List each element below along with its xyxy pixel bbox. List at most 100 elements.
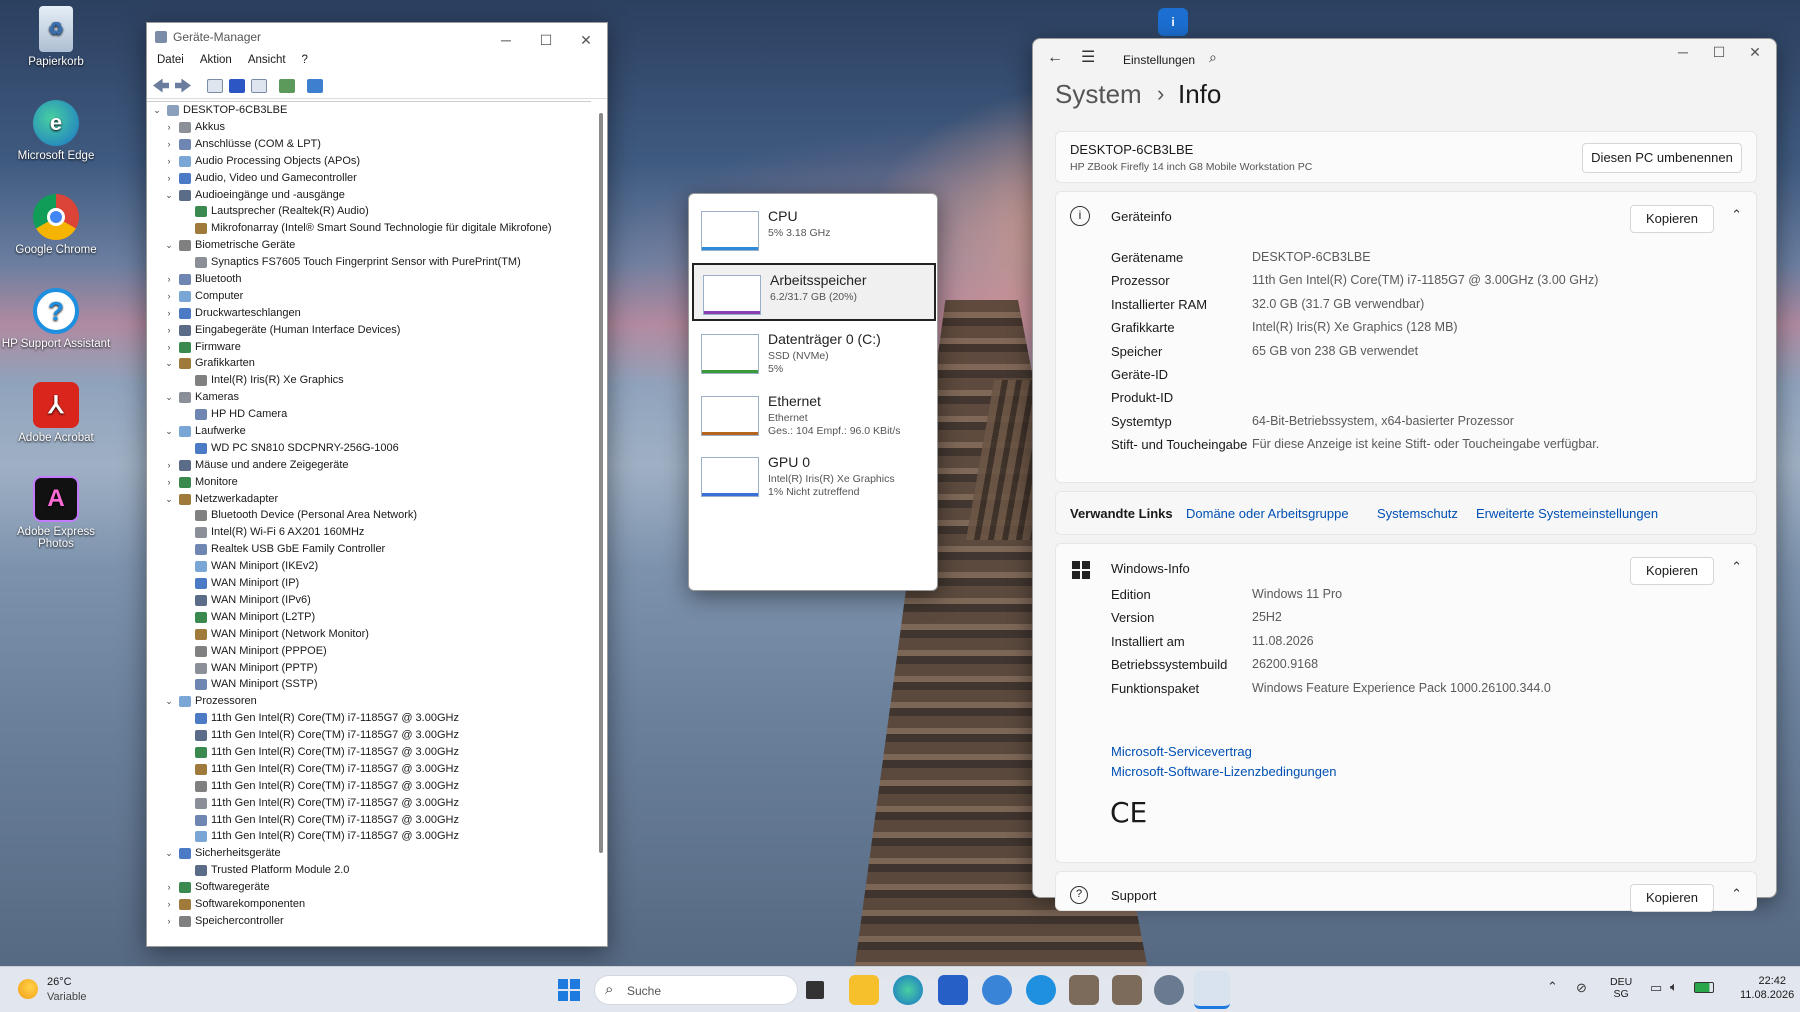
volume-icon[interactable]: 🔈︎ (1670, 979, 1678, 995)
link-system-protection[interactable]: Systemschutz (1377, 506, 1458, 521)
performance-item[interactable]: GPU 0 Intel(R) Iris(R) Xe Graphics 1% Nich… (692, 447, 936, 505)
task-manager-taskbar-icon[interactable] (1194, 971, 1230, 1009)
desktop-icon-chrome[interactable]: Google Chrome (0, 194, 112, 256)
tree-category[interactable]: ⌄ Kameras (147, 389, 591, 406)
tree-device[interactable]: Trusted Platform Module 2.0 (147, 862, 591, 879)
device-manager-taskbar-icon-2[interactable] (1112, 975, 1142, 1005)
tree-category[interactable]: › Druckwarteschlangen (147, 305, 591, 322)
tree-category[interactable]: ⌄ Laufwerke (147, 423, 591, 440)
tree-device[interactable]: 11th Gen Intel(R) Core(TM) i7-1185G7 @ 3… (147, 778, 591, 795)
tree-device[interactable]: Intel(R) Wi-Fi 6 AX201 160MHz (147, 524, 591, 541)
tree-device[interactable]: WAN Miniport (L2TP) (147, 609, 591, 626)
chevron-down-icon[interactable]: ⌄ (163, 491, 175, 508)
store-icon[interactable] (938, 975, 968, 1005)
edge-icon[interactable] (893, 975, 923, 1005)
menu-help[interactable]: ? (302, 54, 308, 70)
chevron-right-icon[interactable]: › (163, 119, 175, 136)
minimize-button[interactable]: ─ (489, 29, 523, 51)
tree-category[interactable]: › Audio, Video und Gamecontroller (147, 170, 591, 187)
tree-device[interactable]: Lautsprecher (Realtek(R) Audio) (147, 203, 591, 220)
chevron-up-icon[interactable]: ⌃ (1731, 886, 1742, 902)
tree-category[interactable]: ⌄ Biometrische Geräte (147, 237, 591, 254)
rename-pc-button[interactable]: Diesen PC umbenennen (1582, 143, 1742, 173)
desktop-icon-edge[interactable]: e Microsoft Edge (0, 100, 112, 162)
language-indicator[interactable]: DEU SG (1610, 976, 1632, 1000)
properties-grid-icon[interactable] (207, 78, 223, 93)
task-view-icon[interactable] (806, 981, 824, 999)
performance-item[interactable]: Arbeitsspeicher 6.2/31.7 GB (20%) (692, 262, 936, 321)
chevron-down-icon[interactable]: ⌄ (151, 102, 163, 119)
tree-category[interactable]: › Akkus (147, 119, 591, 136)
hp-support-icon[interactable] (1026, 975, 1056, 1005)
tree-device[interactable]: WAN Miniport (IP) (147, 575, 591, 592)
desktop-icon-hp-support[interactable]: ? HP Support Assistant (0, 288, 112, 350)
chevron-right-icon[interactable]: › (163, 879, 175, 896)
tree-category[interactable]: › Monitore (147, 474, 591, 491)
chevron-up-icon[interactable]: ⌃ (1547, 979, 1558, 995)
network-off-icon[interactable]: ⊘ (1576, 980, 1587, 996)
link-domain-workgroup[interactable]: Domäne oder Arbeitsgruppe (1186, 506, 1349, 521)
search-icon[interactable]: ⌕ (1209, 49, 1217, 66)
chevron-right-icon[interactable]: › (163, 474, 175, 491)
chevron-right-icon[interactable]: › (163, 153, 175, 170)
chevron-right-icon[interactable]: › (163, 136, 175, 153)
tree-device[interactable]: Synaptics FS7605 Touch Fingerprint Senso… (147, 254, 591, 271)
tree-category[interactable]: ⌄ Prozessoren (147, 693, 591, 710)
tree-category[interactable]: › Bluetooth (147, 271, 591, 288)
chevron-down-icon[interactable]: ⌄ (163, 693, 175, 710)
weather-desc[interactable]: Variable (47, 991, 87, 1003)
link-license-terms[interactable]: Microsoft-Software-Lizenzbedingungen (1111, 764, 1336, 779)
tree-category[interactable]: › Audio Processing Objects (APOs) (147, 153, 591, 170)
tree-category[interactable]: ⌄ Audioeingänge und -ausgänge (147, 187, 591, 204)
tree-category[interactable]: › Firmware (147, 339, 591, 356)
tree-device[interactable]: 11th Gen Intel(R) Core(TM) i7-1185G7 @ 3… (147, 812, 591, 829)
tree-device[interactable]: Intel(R) Iris(R) Xe Graphics (147, 372, 591, 389)
copy-windows-info-button[interactable]: Kopieren (1630, 557, 1714, 585)
tree-category[interactable]: › Softwarekomponenten (147, 896, 591, 913)
menu-aktion[interactable]: Aktion (200, 54, 232, 70)
weather-moon-icon[interactable] (18, 979, 38, 999)
help-icon[interactable] (229, 78, 245, 93)
tree-device[interactable]: WAN Miniport (IKEv2) (147, 558, 591, 575)
menu-ansicht[interactable]: Ansicht (248, 54, 286, 70)
chevron-up-icon[interactable]: ⌃ (1731, 207, 1742, 223)
tree-category[interactable]: › Eingabegeräte (Human Interface Devices) (147, 322, 591, 339)
forward-arrow-icon[interactable] (175, 78, 191, 93)
desktop-icon-express-photos[interactable]: A Adobe Express Photos (0, 476, 112, 550)
chevron-up-icon[interactable]: ⌃ (1731, 559, 1742, 575)
link-advanced-system-settings[interactable]: Erweiterte Systemeinstellungen (1476, 506, 1658, 521)
chevron-down-icon[interactable]: ⌄ (163, 187, 175, 204)
tree-category[interactable]: › Mäuse und andere Zeigegeräte (147, 457, 591, 474)
tree-root[interactable]: ⌄ DESKTOP-6CB3LBE (147, 102, 591, 119)
performance-item[interactable]: Datenträger 0 (C:) SSD (NVMe) 5% (692, 324, 936, 382)
chevron-down-icon[interactable]: ⌄ (163, 389, 175, 406)
tree-category[interactable]: ⌄ Grafikkarten (147, 355, 591, 372)
clock[interactable]: 22:42 11.08.2026 (1740, 975, 1794, 1001)
tree-device[interactable]: Mikrofonarray (Intel® Smart Sound Techno… (147, 220, 591, 237)
device-manager-taskbar-icon[interactable] (1069, 975, 1099, 1005)
tree-category[interactable]: › Softwaregeräte (147, 879, 591, 896)
chevron-down-icon[interactable]: ⌄ (163, 355, 175, 372)
settings-gear-icon[interactable] (1154, 975, 1184, 1005)
tree-device[interactable]: WAN Miniport (PPPOE) (147, 643, 591, 660)
tree-category[interactable]: › Computer (147, 288, 591, 305)
menu-datei[interactable]: Datei (157, 54, 184, 70)
chevron-down-icon[interactable]: ⌄ (163, 237, 175, 254)
tree-device[interactable]: WAN Miniport (PPTP) (147, 660, 591, 677)
display-icon[interactable]: ▭ (1650, 980, 1662, 996)
performance-item[interactable]: CPU 5% 3.18 GHz (692, 201, 936, 259)
copy-support-button[interactable]: Kopieren (1630, 884, 1714, 912)
tree-category[interactable]: ⌄ Netzwerkadapter (147, 491, 591, 508)
chevron-right-icon[interactable]: › (163, 339, 175, 356)
chevron-right-icon[interactable]: › (163, 322, 175, 339)
desktop-icon-recycle-bin[interactable]: ♻ Papierkorb (0, 6, 112, 68)
scan-hardware-icon[interactable] (279, 78, 295, 93)
performance-item[interactable]: Ethernet Ethernet Ges.: 104 Empf.: 96.0 KB… (692, 386, 936, 444)
chevron-right-icon[interactable]: › (163, 896, 175, 913)
tree-device[interactable]: 11th Gen Intel(R) Core(TM) i7-1185G7 @ 3… (147, 828, 591, 845)
file-explorer-icon[interactable] (849, 975, 879, 1005)
close-button[interactable]: ✕ (569, 29, 603, 51)
maximize-button[interactable]: ☐ (529, 29, 563, 51)
chevron-down-icon[interactable]: ⌄ (163, 423, 175, 440)
start-button[interactable] (558, 979, 580, 1001)
